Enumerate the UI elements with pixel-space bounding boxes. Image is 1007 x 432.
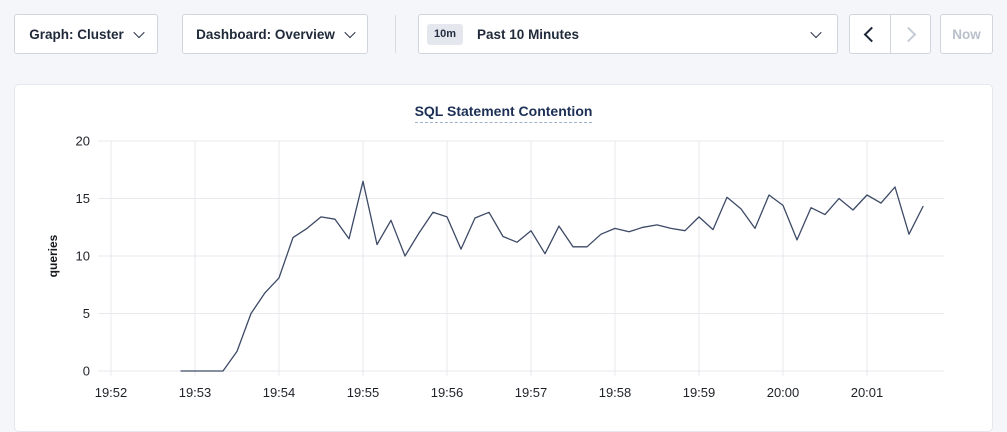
svg-text:15: 15 — [76, 191, 90, 206]
svg-text:19:58: 19:58 — [599, 385, 632, 400]
time-range-badge: 10m — [427, 24, 463, 45]
graph-dropdown-label: Graph: Cluster — [29, 27, 124, 42]
line-chart: 0 5 10 15 20 19:52 19:53 19:54 19:55 19:56 19:57 19… — [15, 85, 992, 431]
next-range-button[interactable] — [890, 15, 931, 53]
time-range-nav-group — [849, 14, 931, 54]
chart-panel: SQL Statement Contention 0510152019:5219… — [14, 84, 993, 432]
svg-text:19:57: 19:57 — [515, 385, 548, 400]
now-button[interactable]: Now — [940, 14, 993, 54]
now-button-label: Now — [952, 27, 981, 42]
time-range-dropdown[interactable]: 10m Past 10 Minutes — [418, 14, 838, 54]
svg-text:0: 0 — [83, 364, 90, 379]
svg-text:19:56: 19:56 — [431, 385, 464, 400]
chevron-down-icon — [133, 27, 144, 38]
prev-range-button[interactable] — [850, 15, 890, 53]
svg-text:19:59: 19:59 — [683, 385, 716, 400]
svg-text:20:01: 20:01 — [851, 385, 884, 400]
toolbar-divider — [395, 15, 396, 53]
chevron-down-icon — [810, 27, 821, 38]
graph-dropdown[interactable]: Graph: Cluster — [14, 14, 158, 54]
svg-text:queries: queries — [46, 234, 60, 277]
svg-text:19:53: 19:53 — [179, 385, 212, 400]
dashboard-dropdown[interactable]: Dashboard: Overview — [182, 14, 368, 54]
toolbar: Graph: Cluster Dashboard: Overview 10m P… — [0, 0, 1007, 68]
time-range-label: Past 10 Minutes — [477, 27, 579, 42]
chevron-left-icon — [863, 26, 879, 42]
svg-text:5: 5 — [83, 306, 90, 321]
svg-text:19:54: 19:54 — [263, 385, 296, 400]
svg-text:20: 20 — [76, 134, 90, 149]
svg-text:19:55: 19:55 — [347, 385, 380, 400]
chevron-down-icon — [344, 27, 355, 38]
chevron-right-icon — [901, 26, 917, 42]
svg-text:10: 10 — [76, 249, 90, 264]
svg-text:20:00: 20:00 — [767, 385, 800, 400]
svg-text:19:52: 19:52 — [95, 385, 128, 400]
dashboard-dropdown-label: Dashboard: Overview — [196, 27, 335, 42]
